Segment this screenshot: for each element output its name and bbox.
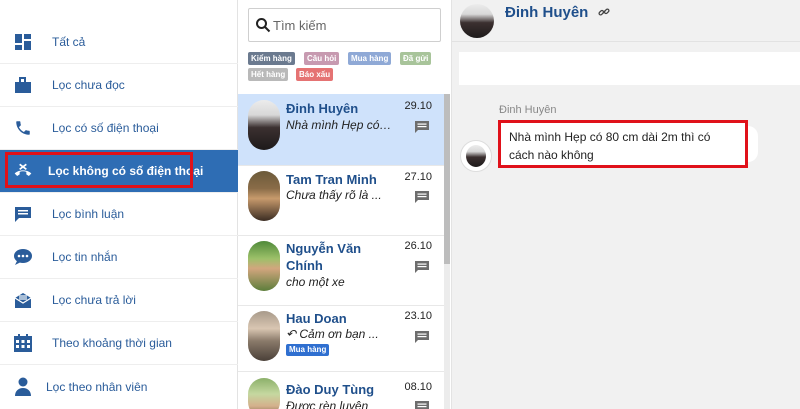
sidebar-item-label: Lọc có số điện thoại — [52, 121, 159, 135]
sidebar-item-label: Lọc chưa đọc — [52, 78, 125, 92]
link-icon[interactable] — [598, 6, 610, 18]
search-box[interactable] — [248, 8, 441, 42]
conversation-item[interactable]: Đinh Huyên Nhà mình Hẹp có 80 cm 29.10 — [238, 94, 444, 166]
sidebar-item-messages[interactable]: Lọc tin nhắn — [0, 236, 238, 279]
sidebar-item-all[interactable]: Tất cả — [0, 21, 238, 64]
comment-icon — [12, 203, 34, 225]
tag-kiem-hang[interactable]: Kiểm hàng — [248, 52, 295, 65]
sidebar-item-label: Lọc chưa trả lời — [52, 293, 136, 307]
conversation-date: 27.10 — [404, 171, 432, 183]
message-snippet: ↶ Cảm ơn bạn ... — [286, 327, 379, 341]
contact-name: Nguyễn Văn Chính — [286, 241, 362, 273]
message-text: Nhà mình Hẹp có 80 cm dài 2m thì có cách… — [509, 130, 711, 162]
tag-mua-hang[interactable]: Mua hàng — [348, 52, 392, 65]
contact-name: Hau Doan — [286, 311, 347, 326]
sidebar-item-label: Tất cả — [52, 35, 86, 49]
dashboard-icon — [12, 31, 34, 53]
tag-cau-hoi[interactable]: Câu hỏi — [304, 52, 340, 65]
sidebar-item-label: Lọc tin nhắn — [52, 250, 118, 264]
conversation-date: 26.10 — [404, 240, 432, 252]
search-input[interactable] — [273, 17, 433, 33]
search-icon — [256, 18, 271, 33]
contact-name: Đào Duy Tùng — [286, 382, 375, 397]
sidebar-item-no-phone[interactable]: Lọc không có số điện thoại — [0, 150, 238, 193]
conversation-item[interactable]: Tam Tran Minh Chưa thấy rõ là ... 27.10 — [238, 166, 444, 236]
person-icon — [12, 376, 34, 398]
conversation-date: 23.10 — [404, 310, 432, 322]
contact-name: Đinh Huyên — [286, 101, 359, 116]
calendar-icon — [12, 332, 34, 354]
conversation-item[interactable]: Nguyễn Văn Chính cho một xe 26.10 — [238, 236, 444, 306]
sidebar-item-has-phone[interactable]: Lọc có số điện thoại — [0, 107, 238, 150]
conversation-item[interactable]: Hau Doan ↶ Cảm ơn bạn ... Mua hàng 23.10 — [238, 306, 444, 372]
sidebar-item-unread[interactable]: Lọc chưa đọc — [0, 64, 238, 107]
mail-icon — [12, 289, 34, 311]
tag-het-hang[interactable]: Hết hàng — [248, 68, 289, 81]
comment-icon — [415, 261, 429, 273]
chat-title[interactable]: Đinh Huyên — [505, 4, 588, 21]
chat-panel: Đinh Huyên Đinh Huyên Nhà mình Hẹp có 80… — [452, 0, 800, 409]
filter-sidebar: Tất cả Lọc chưa đọc Lọc có số điện thoại… — [0, 0, 238, 409]
avatar[interactable] — [460, 4, 494, 38]
sidebar-item-label: Lọc theo nhân viên — [46, 379, 148, 394]
message-area-top — [459, 52, 800, 85]
conversation-item[interactable]: Đào Duy Tùng Được rèn luyện 08.10 — [238, 372, 444, 409]
bubble-tail — [748, 126, 758, 162]
tag-bao-xau[interactable]: Báo xấu — [296, 68, 334, 81]
avatar — [248, 241, 280, 291]
avatar — [248, 171, 280, 221]
sidebar-item-by-staff[interactable]: Lọc theo nhân viên — [0, 365, 238, 408]
sidebar-item-date-range[interactable]: Theo khoảng thời gian — [0, 322, 238, 365]
chat-icon — [12, 246, 34, 268]
comment-icon — [415, 121, 429, 133]
message-sender: Đinh Huyên — [499, 104, 557, 116]
sidebar-item-label: Theo khoảng thời gian — [52, 336, 172, 350]
comment-icon — [415, 401, 429, 409]
message-bubble: Nhà mình Hẹp có 80 cm dài 2m thì có cách… — [498, 120, 748, 168]
comment-icon — [415, 331, 429, 343]
sidebar-item-label: Lọc không có số điện thoại — [48, 164, 204, 178]
scrollbar-thumb[interactable] — [444, 94, 450, 264]
chat-header: Đinh Huyên — [452, 0, 800, 42]
tag-da-gui[interactable]: Đã gửi — [400, 52, 432, 65]
phone-off-icon — [12, 160, 34, 182]
phone-icon — [12, 117, 34, 139]
sidebar-item-comments[interactable]: Lọc bình luận — [0, 193, 238, 236]
conversation-date: 08.10 — [404, 381, 432, 393]
label-badge: Mua hàng — [286, 344, 330, 356]
avatar — [460, 140, 492, 172]
message-snippet: Chưa thấy rõ là ... — [286, 188, 382, 202]
message-snippet: Nhà mình Hẹp có 80 cm — [286, 118, 392, 132]
message-snippet: Được rèn luyện — [286, 399, 369, 409]
message-snippet: cho một xe — [286, 275, 345, 289]
contact-name: Tam Tran Minh — [286, 172, 377, 187]
avatar — [248, 100, 280, 150]
sidebar-item-unanswered[interactable]: Lọc chưa trả lời — [0, 279, 238, 322]
sidebar-item-label: Lọc bình luận — [52, 207, 125, 221]
comment-icon — [415, 191, 429, 203]
inbox-icon — [12, 74, 34, 96]
conversation-date: 29.10 — [404, 100, 432, 112]
avatar — [248, 311, 280, 361]
list-scrollbar[interactable] — [444, 94, 450, 409]
avatar — [248, 378, 280, 409]
